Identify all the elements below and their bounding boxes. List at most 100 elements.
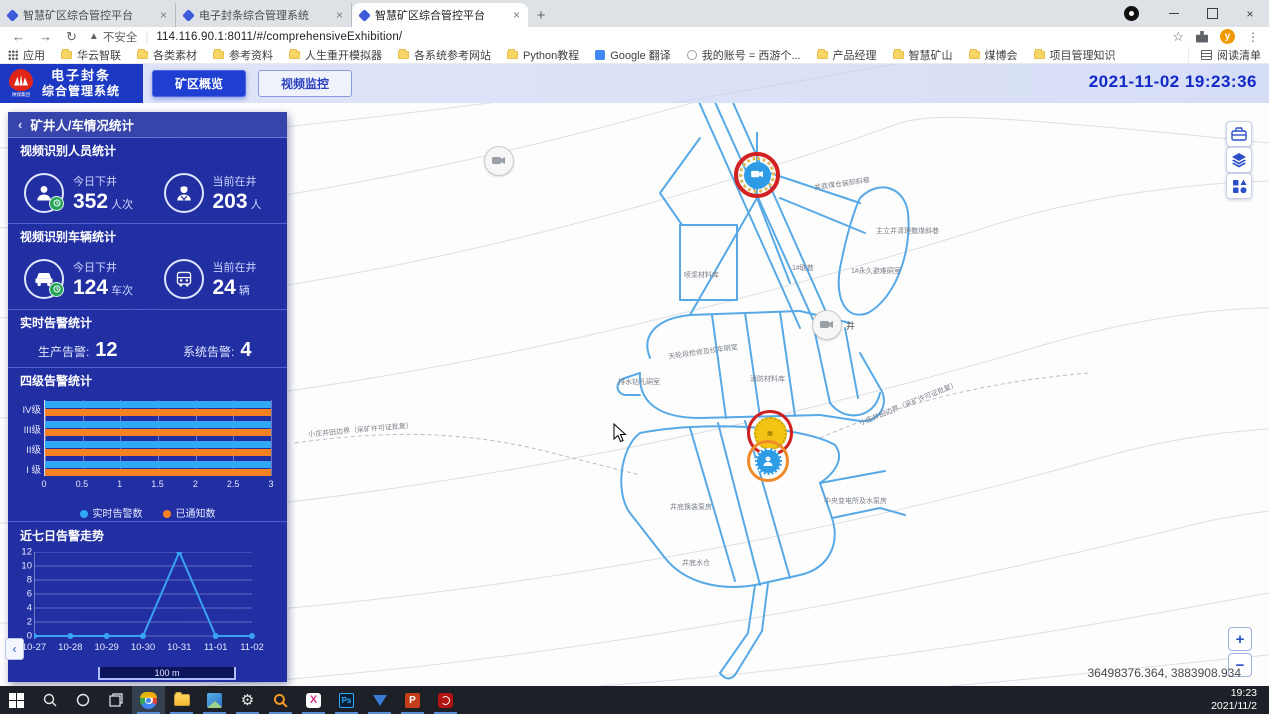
- person-clock-icon: [24, 172, 64, 213]
- tab-favicon: [182, 8, 195, 22]
- clock-badge-icon: [49, 195, 64, 211]
- tab-title: 智慧矿区综合管控平台: [375, 10, 485, 22]
- back-icon[interactable]: ←: [12, 29, 25, 45]
- map-toolbox-button[interactable]: [1226, 121, 1252, 147]
- taskbar-photos-icon[interactable]: [198, 686, 231, 714]
- zoom-in-button[interactable]: +: [1228, 627, 1252, 651]
- bookmark-label: Python教程: [523, 49, 580, 62]
- bar-segment: [45, 428, 271, 436]
- folder-icon: [398, 48, 409, 59]
- taskbar-photoshop-icon[interactable]: Ps: [330, 686, 363, 714]
- bookmarks-bar: 应用 华云智联 各类素材 参考资料 人生重开模拟器 各系统参考网站 Python教程 Goog…: [0, 46, 1269, 64]
- globe-icon: [686, 49, 697, 60]
- legend-item[interactable]: 已通知数: [162, 505, 216, 520]
- bar-segment: [45, 440, 271, 448]
- bookmark-item-1[interactable]: 华云智联: [61, 47, 121, 63]
- stat-system-alarm: 系统告警: 4: [183, 339, 252, 361]
- bookmark-item-7[interactable]: Google 翻译: [595, 47, 671, 63]
- bookmark-star-icon[interactable]: ☆: [1172, 29, 1184, 45]
- bookmark-item-0[interactable]: 应用: [8, 47, 45, 63]
- clock-badge-icon: [49, 281, 64, 297]
- panel-title-bar[interactable]: ‹ 矿井人/车情况统计: [8, 112, 287, 138]
- back-chevron-icon[interactable]: ‹: [18, 117, 22, 132]
- bus-icon: [163, 258, 204, 299]
- alarm-level-bar-chart: IV级 III级 II级 I 级 0 0.5 1 1.5 2 2.5 3: [8, 392, 287, 504]
- bookmark-item-3[interactable]: 参考资料: [213, 47, 273, 63]
- realtime-stats-row: 生产告警: 12 系统告警: 4: [8, 334, 287, 368]
- tab-close-icon[interactable]: ×: [513, 8, 520, 22]
- taskbar-start-icon[interactable]: [0, 686, 33, 714]
- taskbar-file-explorer-icon[interactable]: [165, 686, 198, 714]
- taskbar-settings-icon[interactable]: ⚙: [231, 686, 264, 714]
- browser-tab-0[interactable]: 智慧矿区综合管控平台 ×: [0, 3, 176, 27]
- bar-segment: [45, 400, 271, 408]
- bookmark-label: 项目管理知识: [1049, 49, 1116, 62]
- taskbar-cortana-icon[interactable]: [66, 686, 99, 714]
- url-text[interactable]: 114.116.90.1:8011/#/comprehensiveExhibit…: [156, 31, 402, 43]
- reading-list-button[interactable]: 阅读清单: [1188, 46, 1261, 63]
- miner-icon: [163, 172, 204, 213]
- bookmark-item-9[interactable]: 产品经理: [816, 47, 877, 63]
- stat-person-down: 今日下井 352 人次: [8, 162, 148, 223]
- folder-icon: [816, 48, 828, 59]
- bookmark-item-6[interactable]: Python教程: [507, 47, 579, 63]
- taskbar-task-view-icon[interactable]: [99, 686, 132, 714]
- profile-avatar[interactable]: y: [1220, 29, 1235, 44]
- map-label-2: 1#永久避难硐室: [851, 268, 901, 275]
- maximize-button[interactable]: [1193, 0, 1231, 27]
- bookmark-item-8[interactable]: 我的账号 = 西游个...: [686, 47, 801, 63]
- taskbar-everything-search-icon[interactable]: [264, 686, 297, 714]
- minimize-button[interactable]: [1155, 0, 1193, 27]
- taskbar-search-icon[interactable]: [33, 686, 66, 714]
- stat-vehicle-in: 当前在井 24 辆: [148, 248, 288, 309]
- panel-collapse-button[interactable]: ‹: [5, 638, 24, 660]
- bookmark-item-4[interactable]: 人生重开模拟器: [289, 47, 382, 63]
- tab-title: 电子封条综合管理系统: [199, 10, 309, 22]
- new-tab-button[interactable]: +: [528, 3, 554, 27]
- personnel-marker-blue[interactable]: [747, 440, 789, 482]
- bookmark-item-12[interactable]: 项目管理知识: [1033, 47, 1116, 63]
- person-stats-row: 今日下井 352 人次 当前在井 203 人: [8, 162, 287, 224]
- map-legend-button[interactable]: [1226, 173, 1252, 199]
- forward-icon[interactable]: →: [39, 29, 52, 45]
- extensions-icon[interactable]: [1196, 30, 1208, 43]
- browser-tab-2[interactable]: 智慧矿区综合管控平台 ×: [352, 3, 528, 27]
- apps-grid-icon: [8, 49, 18, 60]
- taskbar-xmind-icon[interactable]: X: [297, 686, 330, 714]
- map-label-11: 中央变电所及水泵房: [824, 498, 887, 505]
- bookmark-item-5[interactable]: 各系统参考网站: [398, 47, 491, 63]
- camera-marker-alarm[interactable]: [734, 152, 780, 198]
- media-control-icon[interactable]: [1124, 6, 1139, 21]
- tab-close-icon[interactable]: ×: [336, 8, 343, 22]
- taskbar-chrome-icon[interactable]: [132, 686, 165, 714]
- bookmark-item-10[interactable]: 智慧矿山: [892, 47, 953, 63]
- bookmark-item-2[interactable]: 各类素材: [137, 47, 197, 63]
- taskbar-clock[interactable]: 19:23 2021/11/2: [1211, 687, 1269, 713]
- camera-marker-grey[interactable]: [484, 146, 514, 176]
- car-clock-icon: [24, 258, 64, 299]
- tab-close-icon[interactable]: ×: [160, 8, 167, 22]
- browser-menu-icon[interactable]: ⋮: [1247, 30, 1259, 44]
- taskbar-powerpoint-icon[interactable]: P: [396, 686, 429, 714]
- realtime-section-title: 实时告警统计: [20, 315, 93, 330]
- taskbar-v-app-icon[interactable]: [363, 686, 396, 714]
- warning-icon: ▲: [88, 31, 99, 42]
- map-layers-button[interactable]: [1226, 147, 1252, 173]
- mouse-cursor: [613, 423, 627, 443]
- stat-production-alarm: 生产告警: 12: [37, 339, 118, 361]
- bookmark-item-11[interactable]: 煤博会: [968, 47, 1018, 63]
- nav-video-monitor[interactable]: 视频监控: [258, 70, 353, 97]
- close-button[interactable]: ×: [1231, 0, 1269, 27]
- folder-icon: [968, 48, 980, 59]
- reading-list-icon: [1201, 49, 1212, 60]
- nav-mine-overview[interactable]: 矿区概览: [152, 70, 247, 97]
- taskbar-media-app-icon[interactable]: [429, 686, 462, 714]
- security-warning[interactable]: ▲ 不安全: [89, 29, 137, 45]
- translate-icon: [595, 49, 606, 60]
- bar-row-3: I 级: [26, 460, 271, 476]
- map-label-10: 井底换装泵房: [670, 504, 712, 511]
- browser-tab-1[interactable]: 电子封条综合管理系统 ×: [176, 3, 352, 27]
- camera-marker-grey-2[interactable]: [812, 310, 842, 340]
- refresh-icon[interactable]: ↻: [66, 29, 77, 45]
- legend-item[interactable]: 实时告警数: [79, 505, 143, 520]
